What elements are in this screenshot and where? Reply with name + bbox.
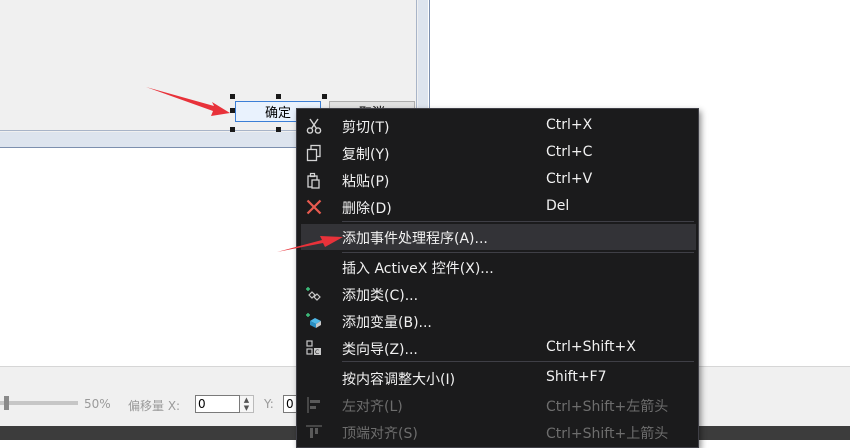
align-top-icon xyxy=(306,425,322,438)
menu-item-label: 复制(Y) xyxy=(342,147,390,163)
menu-item-insert-activex[interactable]: 插入 ActiveX 控件(X)... xyxy=(297,254,698,280)
menu-separator xyxy=(342,252,694,253)
zoom-level: 50% xyxy=(84,397,111,411)
selection-handle[interactable] xyxy=(276,127,281,132)
menu-item-shortcut: Ctrl+V xyxy=(546,171,593,187)
menu-item-label: 删除(D) xyxy=(342,201,392,217)
menu-item-label: 粘贴(P) xyxy=(342,174,390,190)
align-left-icon xyxy=(307,397,320,413)
add-variable-icon xyxy=(306,313,321,328)
menu-item-copy[interactable]: 复制(Y) Ctrl+C xyxy=(297,140,698,166)
menu-item-align-left[interactable]: 左对齐(L) Ctrl+Shift+左箭头 xyxy=(297,392,698,418)
menu-item-shortcut: Ctrl+Shift+X xyxy=(546,339,636,355)
menu-item-add-variable[interactable]: 添加变量(B)... xyxy=(297,308,698,334)
selection-handle[interactable] xyxy=(276,94,281,99)
menu-item-shortcut: Ctrl+Shift+左箭头 xyxy=(546,399,669,415)
menu-separator xyxy=(342,221,694,222)
selection-handle[interactable] xyxy=(230,127,235,132)
copy-icon xyxy=(306,144,321,162)
add-class-icon xyxy=(306,287,321,301)
menu-item-label: 顶端对齐(S) xyxy=(342,426,418,442)
menu-item-add-class[interactable]: 添加类(C)... xyxy=(297,281,698,307)
selection-handle[interactable] xyxy=(322,94,327,99)
menu-item-add-event-handler[interactable]: 添加事件处理程序(A)... xyxy=(301,224,696,250)
menu-item-shortcut: Ctrl+C xyxy=(546,144,593,160)
paste-icon xyxy=(307,172,320,189)
menu-item-label: 剪切(T) xyxy=(342,120,390,136)
scissors-icon xyxy=(306,118,322,134)
context-menu: 剪切(T) Ctrl+X 复制(Y) Ctrl+C 粘贴(P) Ctrl+V 删… xyxy=(296,108,699,448)
delete-x-icon xyxy=(306,199,322,215)
offset-x-spinner[interactable]: ▲ ▼ xyxy=(240,395,254,413)
selection-handle[interactable] xyxy=(230,108,235,113)
menu-item-shortcut: Ctrl+X xyxy=(546,117,593,133)
menu-item-label: 类向导(Z)... xyxy=(342,342,418,358)
menu-item-align-top[interactable]: 顶端对齐(S) Ctrl+Shift+上箭头 xyxy=(297,419,698,445)
menu-item-delete[interactable]: 删除(D) Del xyxy=(297,194,698,220)
offset-y-label: Y: xyxy=(264,397,274,411)
zoom-slider-thumb[interactable] xyxy=(4,396,9,410)
menu-item-class-wizard[interactable]: C 类向导(Z)... Ctrl+Shift+X xyxy=(297,335,698,361)
menu-item-cut[interactable]: 剪切(T) Ctrl+X xyxy=(297,113,698,139)
svg-text:C: C xyxy=(315,349,319,356)
menu-item-shortcut: Ctrl+Shift+上箭头 xyxy=(546,426,669,442)
class-wizard-icon: C xyxy=(306,340,321,356)
menu-item-paste[interactable]: 粘贴(P) Ctrl+V xyxy=(297,167,698,193)
offset-x-input[interactable]: 0 xyxy=(195,395,240,413)
menu-item-label: 添加事件处理程序(A)... xyxy=(342,231,488,247)
menu-item-label: 按内容调整大小(I) xyxy=(342,372,456,388)
zoom-slider-track[interactable] xyxy=(0,401,78,405)
menu-item-shortcut: Del xyxy=(546,198,570,214)
menu-item-shortcut: Shift+F7 xyxy=(546,369,607,385)
offset-x-label: 偏移量 X: xyxy=(128,399,181,413)
menu-separator xyxy=(342,361,694,362)
menu-item-label: 插入 ActiveX 控件(X)... xyxy=(342,261,494,277)
menu-item-label: 左对齐(L) xyxy=(342,399,403,415)
menu-item-size-to-content[interactable]: 按内容调整大小(I) Shift+F7 xyxy=(297,365,698,391)
menu-item-label: 添加变量(B)... xyxy=(342,315,432,331)
menu-item-label: 添加类(C)... xyxy=(342,288,419,304)
selection-handle[interactable] xyxy=(230,94,235,99)
